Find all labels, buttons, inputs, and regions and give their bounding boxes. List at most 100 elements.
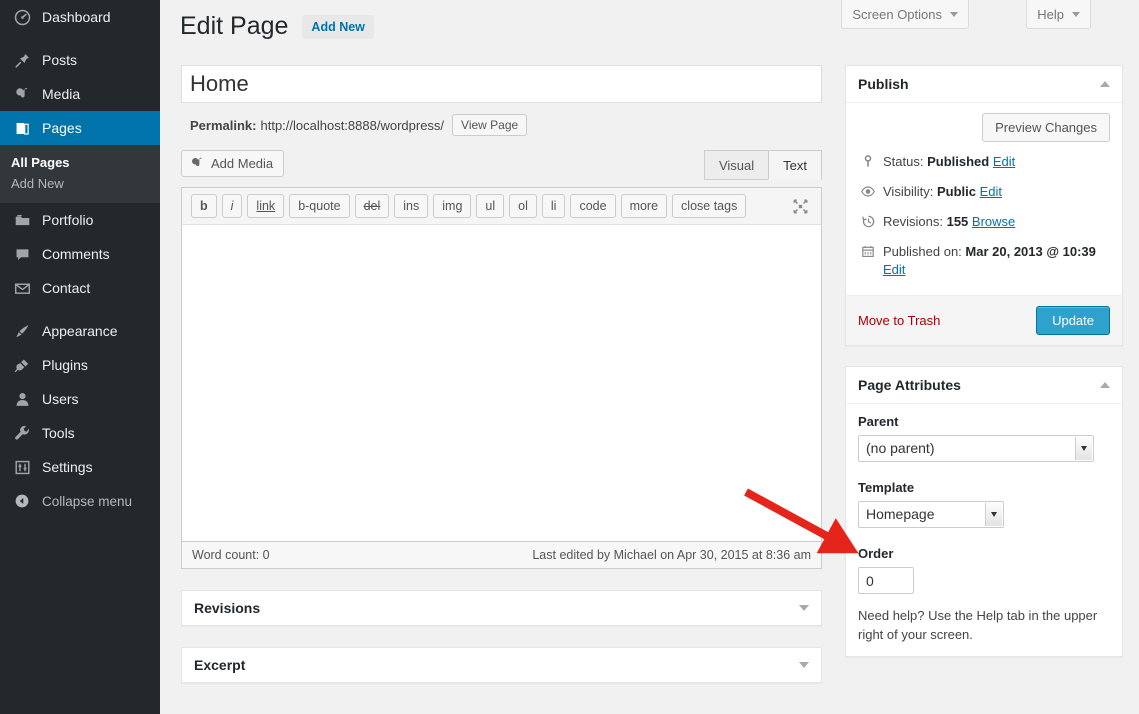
quicktag-img-button[interactable]: img xyxy=(433,194,471,218)
help-button[interactable]: Help xyxy=(1026,0,1091,29)
sidebar-item-dashboard[interactable]: Dashboard xyxy=(0,0,160,34)
pages-submenu: All Pages Add New xyxy=(0,145,160,203)
order-input[interactable] xyxy=(858,567,914,594)
comment-icon xyxy=(11,244,33,264)
sidebar-item-label: Plugins xyxy=(42,357,88,373)
revisions-label: Revisions: xyxy=(883,214,943,229)
sidebar-item-portfolio[interactable]: Portfolio xyxy=(0,203,160,237)
sidebar-item-contact[interactable]: Contact xyxy=(0,271,160,305)
edit-status-link[interactable]: Edit xyxy=(993,154,1015,169)
quicktag-close-tags-button[interactable]: close tags xyxy=(672,194,746,218)
wrench-icon xyxy=(11,423,33,443)
visibility-label: Visibility: xyxy=(883,184,933,199)
media-icon xyxy=(190,156,205,171)
sidebar-item-appearance[interactable]: Appearance xyxy=(0,314,160,348)
sidebar-item-plugins[interactable]: Plugins xyxy=(0,348,160,382)
quicktag-link-button[interactable]: link xyxy=(247,194,284,218)
update-button[interactable]: Update xyxy=(1036,306,1110,335)
sidebar-item-label: Appearance xyxy=(42,323,118,339)
add-media-label: Add Media xyxy=(211,156,273,171)
parent-label: Parent xyxy=(858,414,1110,429)
move-to-trash-link[interactable]: Move to Trash xyxy=(858,313,940,328)
eye-icon xyxy=(858,183,878,199)
sidebar-item-label: Comments xyxy=(42,246,110,262)
sidebar-item-pages[interactable]: Pages xyxy=(0,111,160,145)
sidebar-item-posts[interactable]: Posts xyxy=(0,43,160,77)
post-title-input[interactable] xyxy=(181,65,822,103)
revisions-row: Revisions: 155 Browse xyxy=(858,213,1110,231)
template-select-value: Homepage xyxy=(866,506,935,522)
sidebar-item-users[interactable]: Users xyxy=(0,382,160,416)
parent-select-value: (no parent) xyxy=(866,440,934,456)
quicktag-ins-button[interactable]: ins xyxy=(394,194,428,218)
page-attributes-title: Page Attributes xyxy=(858,377,961,393)
quicktag-ul-button[interactable]: ul xyxy=(476,194,504,218)
parent-select[interactable]: (no parent) xyxy=(858,435,1094,462)
post-content-textarea[interactable] xyxy=(181,224,822,542)
pages-icon xyxy=(11,118,33,138)
metabox-title: Revisions xyxy=(194,600,260,616)
chevron-up-icon[interactable] xyxy=(1100,81,1110,87)
publish-panel-body: Preview Changes Status: Published Edit xyxy=(846,103,1122,295)
sidebar-item-settings[interactable]: Settings xyxy=(0,450,160,484)
page-heading: Edit Page Add New xyxy=(180,14,374,39)
metabox-revisions[interactable]: Revisions xyxy=(181,590,822,626)
tab-visual[interactable]: Visual xyxy=(704,150,769,180)
sidebar-item-tools[interactable]: Tools xyxy=(0,416,160,450)
quicktag-more-button[interactable]: more xyxy=(621,194,667,218)
template-select[interactable]: Homepage xyxy=(858,501,1004,528)
quicktag-del-button[interactable]: del xyxy=(355,194,390,218)
sidebar-item-media[interactable]: Media xyxy=(0,77,160,111)
sidebar-item-comments[interactable]: Comments xyxy=(0,237,160,271)
editor-media-row: Add Media Visual Text xyxy=(181,150,822,187)
publish-panel-header: Publish xyxy=(846,66,1122,103)
published-on-label: Published on: xyxy=(883,244,962,259)
side-column: Publish Preview Changes Status: Publishe… xyxy=(845,65,1123,677)
submenu-item-all-pages[interactable]: All Pages xyxy=(0,152,160,173)
media-icon xyxy=(11,84,33,104)
sidebar-item-label: Contact xyxy=(42,280,90,296)
published-on-row: Published on: Mar 20, 2013 @ 10:39 Edit xyxy=(858,243,1110,279)
screen-options-button[interactable]: Screen Options xyxy=(841,0,969,29)
revisions-value: 155 xyxy=(947,214,969,229)
post-editor: Add Media Visual Text b i link b-quote d… xyxy=(181,150,822,569)
quicktag-bold-button[interactable]: b xyxy=(191,194,217,218)
edit-published-date-link[interactable]: Edit xyxy=(883,262,905,277)
status-row: Status: Published Edit xyxy=(858,153,1110,171)
browse-revisions-link[interactable]: Browse xyxy=(972,214,1015,229)
quicktag-li-button[interactable]: li xyxy=(542,194,566,218)
editor-mode-tabs: Visual Text xyxy=(705,150,822,180)
dashboard-icon xyxy=(11,7,33,27)
publish-actions: Move to Trash Update xyxy=(846,295,1122,345)
chevron-up-icon[interactable] xyxy=(1100,382,1110,388)
history-clock-icon xyxy=(858,213,878,229)
add-new-button[interactable]: Add New xyxy=(302,15,373,39)
add-media-button[interactable]: Add Media xyxy=(181,150,284,177)
page-attributes-panel: Page Attributes Parent (no parent) Templ… xyxy=(845,366,1123,657)
tab-text[interactable]: Text xyxy=(768,150,822,180)
status-label: Status: xyxy=(883,154,923,169)
quicktag-ol-button[interactable]: ol xyxy=(509,194,537,218)
quicktag-italic-button[interactable]: i xyxy=(222,194,243,218)
metabox-title: Excerpt xyxy=(194,657,245,673)
quicktag-code-button[interactable]: code xyxy=(570,194,615,218)
chevron-down-icon[interactable] xyxy=(799,605,809,611)
view-page-button[interactable]: View Page xyxy=(452,114,527,136)
brush-icon xyxy=(11,321,33,341)
sidebar-separator xyxy=(0,305,160,314)
visibility-value: Public xyxy=(937,184,976,199)
page-attributes-help-note: Need help? Use the Help tab in the upper… xyxy=(858,606,1110,644)
chevron-down-icon xyxy=(1072,12,1080,17)
permalink-url: http://localhost:8888/wordpress/ xyxy=(260,118,444,133)
sidebar-item-label: Users xyxy=(42,391,79,407)
collapse-menu-button[interactable]: Collapse menu xyxy=(0,484,160,518)
expand-icon[interactable] xyxy=(792,198,809,220)
chevron-down-icon[interactable] xyxy=(799,662,809,668)
plug-icon xyxy=(11,355,33,375)
metabox-excerpt[interactable]: Excerpt xyxy=(181,647,822,683)
preview-changes-button[interactable]: Preview Changes xyxy=(982,113,1110,142)
quicktag-bquote-button[interactable]: b-quote xyxy=(289,194,349,218)
edit-visibility-link[interactable]: Edit xyxy=(980,184,1002,199)
chevron-down-icon xyxy=(985,503,1002,526)
submenu-item-add-new[interactable]: Add New xyxy=(0,173,160,194)
